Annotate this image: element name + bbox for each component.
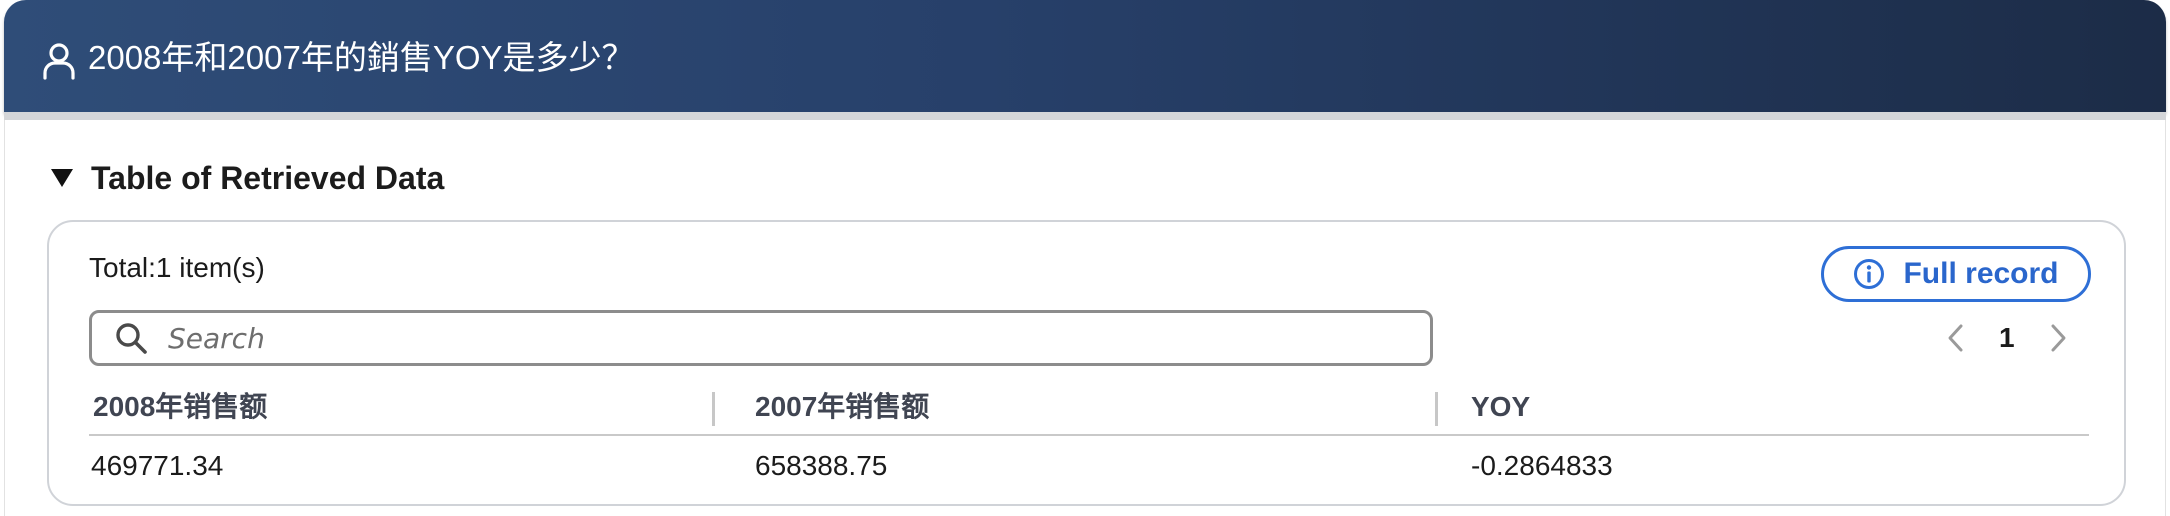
retrieved-data-card: Total:1 item(s) Full record Search 1 200…	[47, 220, 2126, 506]
cell-yoy: -0.2864833	[1471, 450, 1613, 481]
section-title: Table of Retrieved Data	[91, 159, 445, 196]
retrieved-data-toggle[interactable]: Table of Retrieved Data	[51, 156, 444, 200]
pagination: 1	[1945, 318, 2069, 358]
column-header-2007-sales[interactable]: 2007年销售额	[755, 382, 929, 432]
header-divider	[4, 112, 2166, 120]
search-box[interactable]	[89, 310, 1433, 366]
table-body: 469771.34 658388.75 -0.2864833	[89, 436, 2089, 500]
answer-content: Table of Retrieved Data Total:1 item(s) …	[4, 120, 2166, 516]
cell-2007-sales: 658388.75	[755, 450, 888, 481]
chevron-right-icon[interactable]	[2049, 322, 2069, 354]
search-icon	[116, 323, 147, 354]
table-header-row: 2008年销售额 2007年销售额 YOY	[89, 382, 2089, 436]
page: 2008年和2007年的銷售YOY是多少？ Table of Retrieved…	[0, 0, 2170, 516]
table-row: 469771.34 658388.75 -0.2864833	[89, 436, 2089, 500]
question-text: 2008年和2007年的銷售YOY是多少？	[88, 39, 635, 76]
info-icon	[1854, 259, 1885, 289]
total-count: Total:1 item(s)	[89, 252, 265, 283]
full-record-label: Full record	[1903, 257, 2059, 290]
question-header: 2008年和2007年的銷售YOY是多少？	[4, 0, 2166, 112]
column-header-yoy[interactable]: YOY	[1471, 382, 1530, 432]
column-resizer[interactable]	[712, 392, 715, 426]
cell-2008-sales: 469771.34	[91, 450, 224, 481]
search-input[interactable]	[166, 320, 1370, 356]
column-header-2008-sales[interactable]: 2008年销售额	[93, 382, 267, 432]
current-page[interactable]: 1	[1999, 322, 2015, 354]
data-table: 2008年销售额 2007年销售额 YOY 469771.34 658388.7…	[89, 382, 2089, 500]
triangle-down-icon	[51, 169, 73, 187]
full-record-button[interactable]: Full record	[1821, 246, 2091, 302]
chevron-left-icon[interactable]	[1945, 322, 1965, 354]
column-resizer[interactable]	[1435, 392, 1438, 426]
user-icon	[43, 43, 75, 80]
